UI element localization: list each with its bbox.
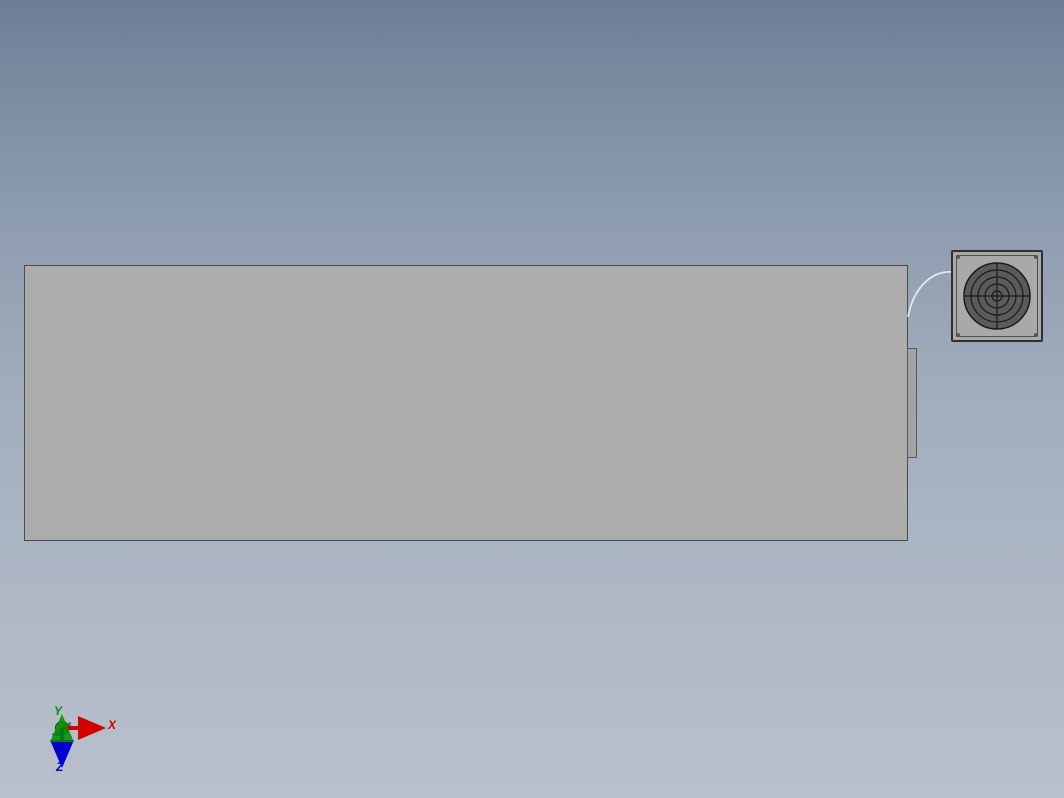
model-side-bracket <box>907 348 917 458</box>
fan-screw-icon <box>956 333 960 337</box>
orientation-triad[interactable]: X Y Z <box>40 698 130 778</box>
model-main-panel <box>24 265 908 541</box>
cad-viewport[interactable]: X Y Z <box>0 0 1064 798</box>
fan-screw-icon <box>956 255 960 259</box>
fan-screw-icon <box>1034 255 1038 259</box>
axis-x-label: X <box>108 718 116 732</box>
axis-y-label: Y <box>54 704 62 718</box>
axis-z-label: Z <box>56 760 63 774</box>
model-fan-housing <box>951 250 1043 342</box>
orientation-triad-icon <box>40 698 130 778</box>
fan-screw-icon <box>1034 333 1038 337</box>
fan-grill-icon <box>963 262 1031 330</box>
